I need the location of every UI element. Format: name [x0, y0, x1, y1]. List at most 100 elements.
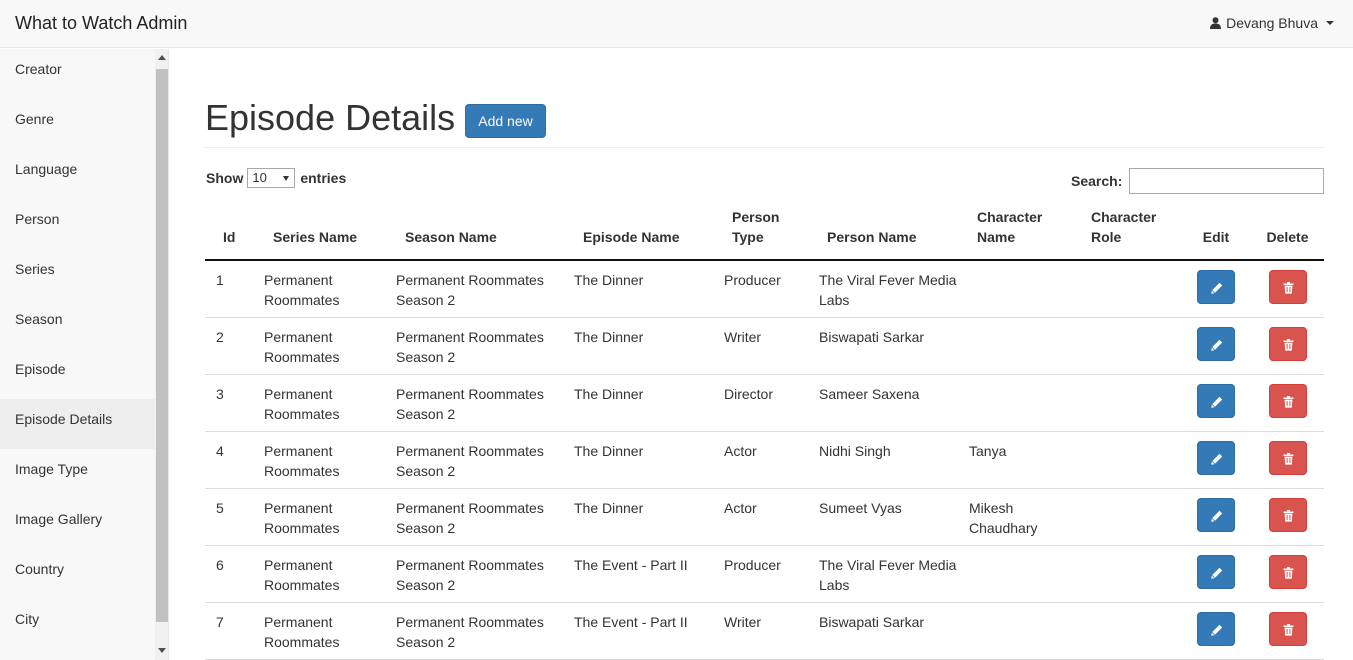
cell-edit [1181, 431, 1251, 489]
cell-series-name: Permanent Roommates [264, 488, 396, 546]
sidebar-item-series[interactable]: Series [0, 249, 155, 299]
cell-delete [1251, 374, 1324, 432]
cell-character-name [969, 374, 1083, 432]
col-header-episode-name[interactable]: Episode Name [574, 204, 724, 261]
sidebar-item-season[interactable]: Season [0, 299, 155, 349]
edit-button[interactable] [1197, 497, 1235, 532]
col-header-season-name[interactable]: Season Name [396, 204, 574, 261]
edit-button[interactable] [1197, 326, 1235, 361]
entries-length-control: Show 10 entries [206, 168, 346, 188]
cell-edit [1181, 317, 1251, 375]
delete-button[interactable] [1268, 611, 1307, 646]
user-name: Devang Bhuva [1226, 15, 1318, 31]
cell-person-name: The Viral Fever Media Labs [819, 545, 969, 603]
sidebar-item-person[interactable]: Person [0, 199, 155, 249]
add-new-button[interactable]: Add new [465, 104, 546, 138]
sidebar-item-image-gallery[interactable]: Image Gallery [0, 499, 155, 549]
cell-season-name: Permanent Roommates Season 2 [396, 317, 574, 375]
table-row: 4 Permanent Roommates Permanent Roommates … [205, 431, 1324, 489]
cell-season-name: Permanent Roommates Season 2 [396, 488, 574, 546]
cell-character-name [969, 317, 1083, 375]
table-row: 7 Permanent Roommates Permanent Roommates … [205, 602, 1324, 660]
cell-character-name [969, 602, 1083, 660]
cell-season-name: Permanent Roommates Season 2 [396, 545, 574, 603]
entries-label: entries [300, 170, 347, 186]
scroll-up-arrow-icon[interactable] [158, 55, 166, 60]
cell-episode-name: The Event - Part II [574, 602, 724, 660]
trash-icon [1283, 282, 1293, 294]
cell-id: 4 [205, 431, 264, 489]
cell-delete [1251, 545, 1324, 603]
table-row: 1 Permanent Roommates Permanent Roommates … [205, 260, 1324, 318]
sidebar-item-creator[interactable]: Creator [0, 49, 155, 99]
cell-character-name [969, 260, 1083, 318]
cell-series-name: Permanent Roommates [264, 260, 396, 318]
col-header-person-type[interactable]: Person Type [724, 204, 819, 261]
cell-series-name: Permanent Roommates [264, 431, 396, 489]
cell-id: 2 [205, 317, 264, 375]
col-header-character-role[interactable]: Character Role [1083, 204, 1181, 261]
chevron-down-icon [1326, 21, 1334, 25]
trash-icon [1283, 566, 1293, 579]
cell-edit [1181, 602, 1251, 660]
col-header-character-name[interactable]: Character Name [969, 204, 1083, 261]
cell-person-type: Producer [724, 260, 819, 318]
cell-character-role [1083, 545, 1181, 603]
show-label: Show [206, 170, 244, 186]
page-title: Episode Details [205, 97, 456, 138]
cell-season-name: Permanent Roommates Season 2 [396, 602, 574, 660]
sidebar-item-episode-details[interactable]: Episode Details [0, 399, 155, 449]
table-row: 5 Permanent Roommates Permanent Roommates … [205, 488, 1324, 546]
entries-select[interactable]: 10 [247, 168, 296, 188]
scroll-down-arrow-icon[interactable] [158, 648, 166, 653]
delete-button[interactable] [1268, 326, 1307, 361]
sidebar-item-image-type[interactable]: Image Type [0, 449, 155, 499]
cell-id: 5 [205, 488, 264, 546]
sidebar-item-episode[interactable]: Episode [0, 349, 155, 399]
col-header-person-name[interactable]: Person Name [819, 204, 969, 261]
edit-button[interactable] [1197, 554, 1235, 589]
delete-button[interactable] [1268, 554, 1307, 589]
sidebar-scrollbar[interactable] [155, 49, 168, 660]
user-icon [1210, 17, 1222, 29]
edit-button[interactable] [1197, 383, 1235, 418]
edit-button[interactable] [1197, 270, 1235, 304]
cell-character-role [1083, 260, 1181, 318]
cell-episode-name: The Dinner [574, 374, 724, 432]
cell-delete [1251, 488, 1324, 546]
edit-button[interactable] [1197, 440, 1235, 475]
user-menu-dropdown[interactable]: Devang Bhuva [1210, 14, 1334, 32]
pencil-icon [1211, 339, 1223, 351]
sidebar-item-city[interactable]: City [0, 599, 155, 649]
episode-details-table: Id Series Name Season Name Episode Name … [205, 204, 1324, 660]
delete-button[interactable] [1268, 383, 1307, 418]
trash-icon [1283, 623, 1293, 636]
cell-character-name [969, 545, 1083, 603]
sidebar-item-genre[interactable]: Genre [0, 99, 155, 149]
cell-person-name: Sumeet Vyas [819, 488, 969, 546]
table-row: 3 Permanent Roommates Permanent Roommates … [205, 374, 1324, 432]
cell-person-type: Producer [724, 545, 819, 603]
col-header-id[interactable]: Id [205, 204, 264, 261]
col-header-edit: Edit [1181, 204, 1251, 261]
delete-button[interactable] [1268, 270, 1307, 304]
delete-button[interactable] [1268, 497, 1307, 532]
edit-button[interactable] [1197, 611, 1235, 646]
col-header-series-name[interactable]: Series Name [264, 204, 396, 261]
trash-icon [1283, 338, 1293, 351]
cell-character-role [1083, 317, 1181, 375]
brand-title[interactable]: What to Watch Admin [15, 12, 187, 34]
cell-episode-name: The Dinner [574, 488, 724, 546]
cell-edit [1181, 374, 1251, 432]
pencil-icon [1211, 567, 1223, 579]
search-label: Search: [1071, 173, 1123, 189]
pencil-icon [1211, 510, 1223, 522]
search-input[interactable] [1129, 168, 1324, 194]
sidebar-item-language[interactable]: Language [0, 149, 155, 199]
cell-season-name: Permanent Roommates Season 2 [396, 431, 574, 489]
sidebar-item-country[interactable]: Country [0, 549, 155, 599]
scrollbar-thumb[interactable] [156, 69, 168, 622]
cell-season-name: Permanent Roommates Season 2 [396, 374, 574, 432]
cell-id: 7 [205, 602, 264, 660]
delete-button[interactable] [1268, 440, 1307, 475]
